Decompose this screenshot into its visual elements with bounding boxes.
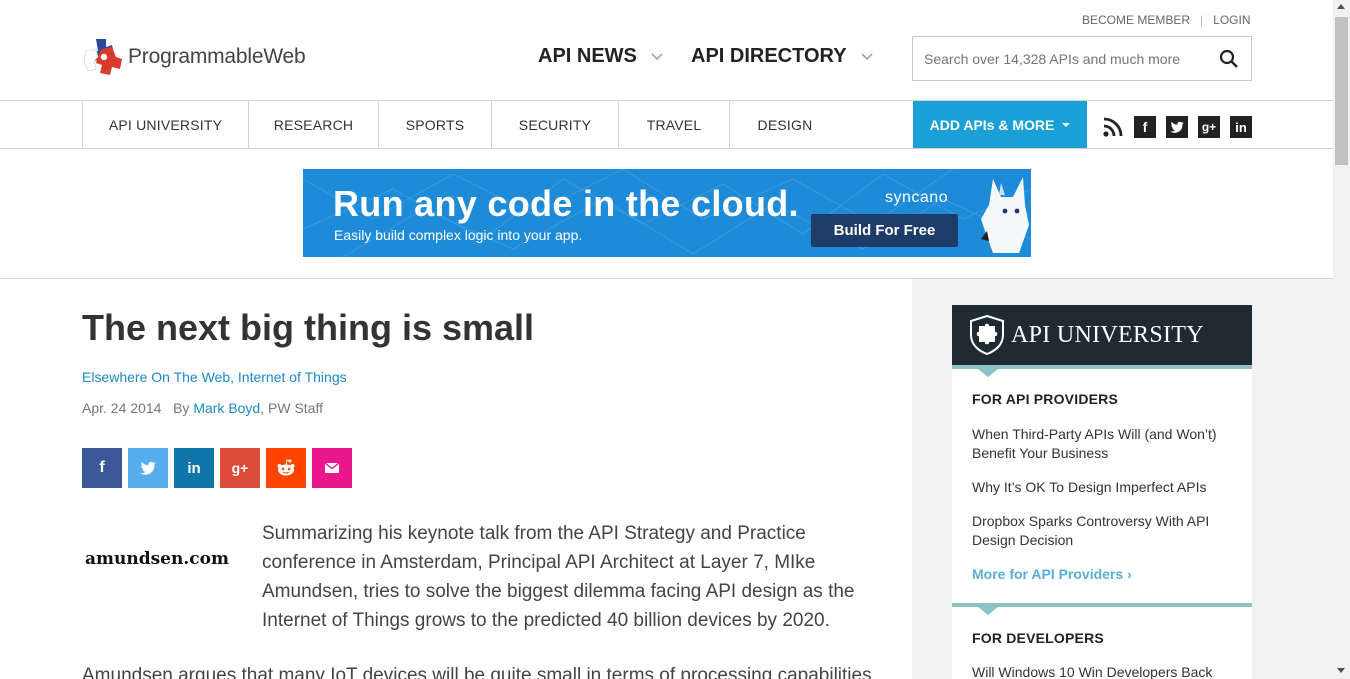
developers-heading: FOR DEVELOPERS [972, 630, 1104, 646]
share-linkedin-button[interactable]: in [174, 448, 214, 488]
teal-divider [952, 603, 1252, 615]
share-email-button[interactable] [312, 448, 352, 488]
category-sports[interactable]: SPORTS [379, 101, 492, 148]
author-link[interactable]: Mark Boyd [193, 400, 260, 416]
share-buttons: f in g+ [82, 448, 352, 488]
article-date: Apr. 24 2014 [82, 400, 162, 416]
twitter-icon [140, 461, 156, 475]
ad-subline: Easily build complex logic into your app… [334, 227, 583, 243]
scroll-down-arrow-icon[interactable] [1337, 668, 1345, 673]
fox-mascot-icon [981, 177, 1029, 253]
become-member-link[interactable]: BECOME MEMBER [1082, 13, 1190, 27]
ad-headline: Run any code in the cloud. [333, 183, 799, 224]
providers-heading: FOR API PROVIDERS [972, 391, 1119, 407]
search-input[interactable] [913, 37, 1203, 80]
divider-notch [978, 607, 998, 615]
googleplus-glyph: g+ [231, 460, 249, 476]
linkedin-icon[interactable]: in [1230, 116, 1252, 138]
category-items: API UNIVERSITY RESEARCH SPORTS SECURITY … [82, 101, 840, 148]
util-separator: | [1200, 13, 1204, 27]
rss-icon[interactable] [1102, 116, 1124, 138]
nav-api-directory[interactable]: API DIRECTORY [691, 45, 873, 68]
chevron-down-icon [861, 52, 873, 60]
add-apis-label: ADD APIs & MORE [929, 116, 1055, 133]
ad-area: Run any code in the cloud. Easily build … [0, 149, 1333, 279]
nav-api-directory-label: API DIRECTORY [691, 45, 847, 67]
facebook-glyph: f [99, 459, 105, 476]
syncano-ad-banner[interactable]: Run any code in the cloud. Easily build … [303, 169, 1031, 257]
article-title: The next big thing is small [82, 307, 535, 348]
api-university-header[interactable]: API UNIVERSITY [952, 305, 1252, 365]
teal-divider [952, 365, 1252, 377]
scroll-thumb[interactable] [1335, 17, 1348, 165]
nav-api-news[interactable]: API NEWS [538, 45, 663, 68]
ad-brand: syncano [885, 189, 949, 206]
sidebar: API UNIVERSITY FOR API PROVIDERS When Th… [912, 279, 1333, 679]
category-security[interactable]: SECURITY [492, 101, 619, 148]
divider-notch [978, 369, 998, 377]
googleplus-glyph: g+ [1201, 120, 1217, 134]
login-link[interactable]: LOGIN [1213, 13, 1250, 27]
utility-links: BECOME MEMBER | LOGIN [1082, 13, 1250, 27]
api-university-widget: API UNIVERSITY FOR API PROVIDERS When Th… [952, 305, 1252, 679]
email-icon [325, 463, 339, 473]
nav-api-news-label: API NEWS [538, 45, 637, 67]
search-icon[interactable] [1219, 49, 1239, 69]
providers-link[interactable]: When Third-Party APIs Will (and Won’t) B… [972, 425, 1232, 463]
thumbnail-text: amundsen.com [85, 548, 229, 569]
article-paragraph: Summarizing his keynote talk from the AP… [262, 523, 855, 631]
article-thumbnail: amundsen.com [82, 516, 247, 601]
ad-cta-button[interactable]: Build For Free [811, 214, 958, 247]
author-suffix: , PW Staff [260, 400, 323, 416]
category-design[interactable]: DESIGN [730, 101, 840, 148]
article-meta: Apr. 24 2014 By Mark Boyd, PW Staff [82, 400, 323, 416]
providers-link[interactable]: Dropbox Sparks Controversy With API Desi… [972, 512, 1232, 550]
logo-text: ProgrammableWeb [128, 45, 306, 68]
article-paragraph: Amundsen argues that many IoT devices wi… [82, 665, 872, 679]
share-reddit-button[interactable] [266, 448, 306, 488]
scroll-up-arrow-icon[interactable] [1337, 4, 1345, 9]
share-facebook-button[interactable]: f [82, 448, 122, 488]
linkedin-glyph: in [1235, 119, 1247, 135]
page-scrollbar[interactable] [1333, 0, 1350, 679]
share-googleplus-button[interactable]: g+ [220, 448, 260, 488]
reddit-icon [277, 459, 295, 476]
facebook-icon[interactable]: f [1134, 116, 1156, 138]
site-logo[interactable]: ProgrammableWeb [82, 37, 306, 77]
googleplus-icon[interactable]: g+ [1198, 116, 1220, 138]
category-travel[interactable]: TRAVEL [619, 101, 730, 148]
linkedin-glyph: in [187, 459, 201, 477]
providers-link[interactable]: Why It’s OK To Design Imperfect APIs [972, 478, 1232, 497]
category-nav: API UNIVERSITY RESEARCH SPORTS SECURITY … [0, 101, 1333, 149]
add-apis-button[interactable]: ADD APIs & MORE [913, 101, 1087, 148]
site-header: ProgrammableWeb BECOME MEMBER | LOGIN AP… [0, 0, 1333, 101]
programmableweb-logo-icon [83, 39, 122, 75]
developers-link[interactable]: Will Windows 10 Win Developers Back [972, 663, 1232, 679]
category-research[interactable]: RESEARCH [249, 101, 379, 148]
more-for-providers-link[interactable]: More for API Providers › [972, 566, 1132, 582]
share-twitter-button[interactable] [128, 448, 168, 488]
category-link[interactable]: Elsewhere On The Web [82, 369, 230, 385]
twitter-icon[interactable] [1166, 116, 1188, 138]
puzzle-shield-icon [970, 315, 1004, 355]
api-university-title: API UNIVERSITY [1011, 322, 1204, 348]
facebook-glyph: f [1142, 119, 1148, 135]
category-api-university[interactable]: API UNIVERSITY [83, 101, 249, 148]
chevron-down-icon [651, 52, 663, 60]
category-link[interactable]: Internet of Things [238, 369, 347, 385]
byline-prefix: By [173, 400, 190, 416]
article-categories: Elsewhere On The Web, Internet of Things [82, 369, 347, 385]
search-box [912, 36, 1252, 81]
caret-down-icon [1062, 122, 1071, 127]
category-separator: , [230, 369, 238, 385]
